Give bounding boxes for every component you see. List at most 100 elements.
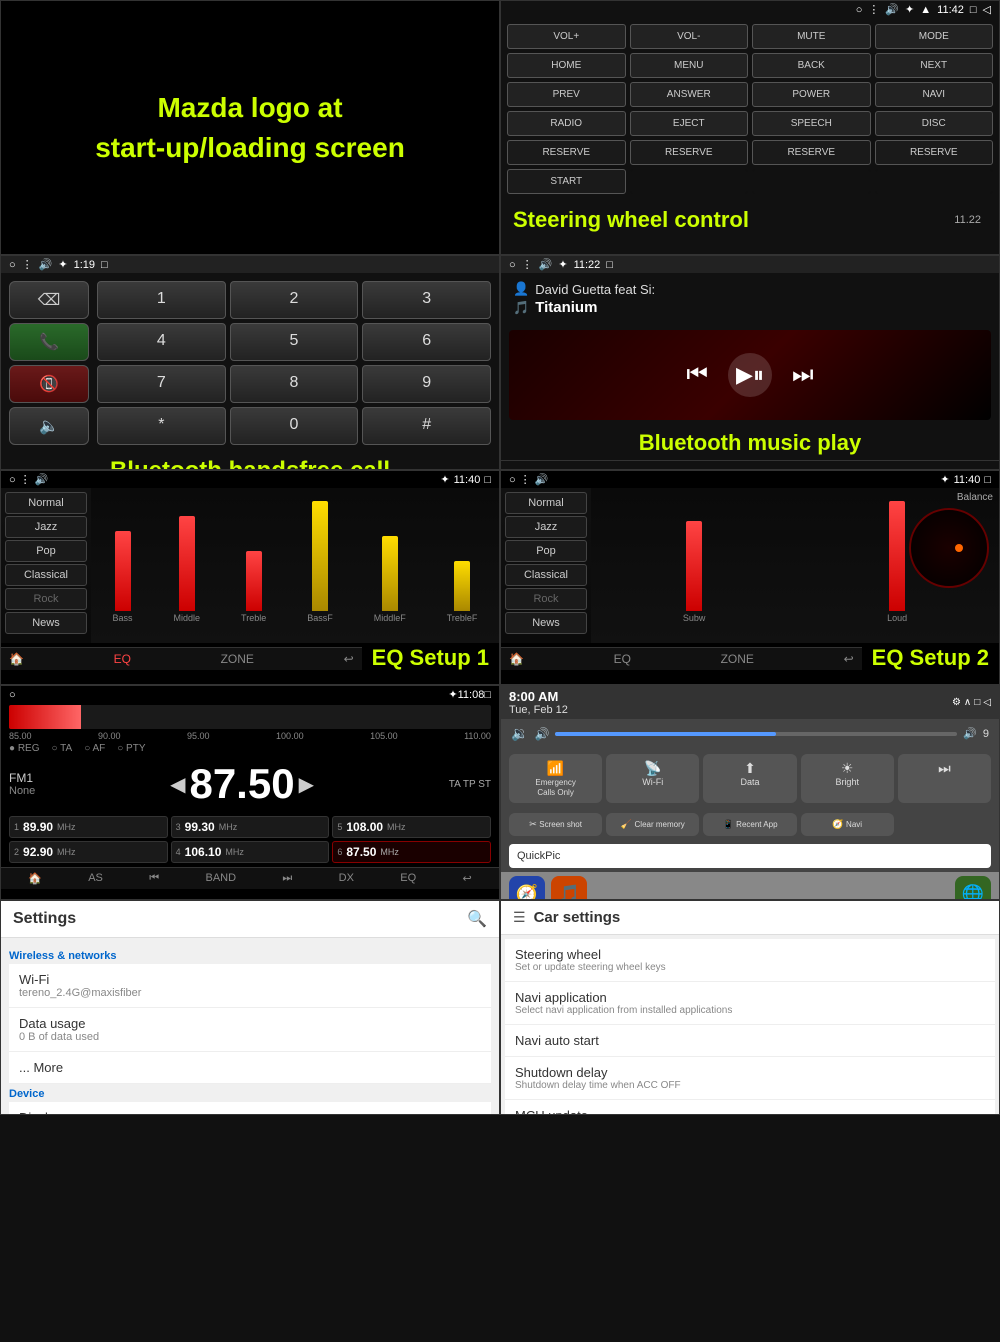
android-setting-display[interactable]: Display xyxy=(9,1102,491,1115)
pd-app-maps[interactable]: 🧭 xyxy=(509,876,545,900)
sw-reserve-3[interactable]: RESERVE xyxy=(752,140,871,165)
eq2-preset-normal[interactable]: Normal xyxy=(505,492,587,514)
numpad-9[interactable]: 9 xyxy=(362,365,491,403)
sw-reserve-1[interactable]: RESERVE xyxy=(507,140,626,165)
sw-navi[interactable]: NAVI xyxy=(875,82,994,107)
sw-prev[interactable]: PREV xyxy=(507,82,626,107)
numpad-5[interactable]: 5 xyxy=(230,323,359,361)
pd-toggle-wifi[interactable]: 📡 Wi-Fi xyxy=(606,754,699,803)
pd-toggle-data[interactable]: ⬆ Data xyxy=(703,754,796,803)
backspace-btn[interactable]: ⌫ xyxy=(9,281,89,319)
sw-start[interactable]: START xyxy=(507,169,626,194)
eq1-preset-pop[interactable]: Pop xyxy=(5,540,87,562)
eq2-preset-classical[interactable]: Classical xyxy=(505,564,587,586)
sw-speech[interactable]: SPEECH xyxy=(752,111,871,136)
car-setting-navi-autostart[interactable]: Navi auto start xyxy=(505,1025,995,1057)
fm-tuner-bar[interactable] xyxy=(9,705,491,729)
sw-vol-plus[interactable]: VOL+ xyxy=(507,24,626,49)
next-track-btn[interactable]: ⏭ xyxy=(792,361,814,389)
pd-app-chrome[interactable]: 🌐 xyxy=(955,876,991,900)
car-setting-navi-app[interactable]: Navi application Select navi application… xyxy=(505,982,995,1025)
pd-volume-bar[interactable] xyxy=(555,732,957,736)
eq1-menu-label[interactable]: EQ xyxy=(114,652,131,666)
eq2-preset-pop[interactable]: Pop xyxy=(505,540,587,562)
sw-radio[interactable]: RADIO xyxy=(507,111,626,136)
sw-mute[interactable]: MUTE xyxy=(752,24,871,49)
eq2-preset-news[interactable]: News xyxy=(505,612,587,634)
numpad-0[interactable]: 0 xyxy=(230,407,359,445)
car-setting-shutdown[interactable]: Shutdown delay Shutdown delay time when … xyxy=(505,1057,995,1100)
android-setting-more[interactable]: ... More xyxy=(9,1052,491,1084)
sw-eject[interactable]: EJECT xyxy=(630,111,749,136)
numpad-1[interactable]: 1 xyxy=(97,281,226,319)
pd-action-screenshot[interactable]: ✂ Screen shot xyxy=(509,813,602,836)
numpad-4[interactable]: 4 xyxy=(97,323,226,361)
fm-tune-up-btn[interactable]: ▶ xyxy=(299,772,314,797)
numpad-3[interactable]: 3 xyxy=(362,281,491,319)
sw-home[interactable]: HOME xyxy=(507,53,626,78)
eq2-menu-label[interactable]: EQ xyxy=(614,652,631,666)
call-accept-btn[interactable]: 📞 xyxy=(9,323,89,361)
eq2-home-icon[interactable]: 🏠 xyxy=(509,652,524,666)
sw-answer[interactable]: ANSWER xyxy=(630,82,749,107)
eq1-back-icon[interactable]: ↩ xyxy=(344,652,354,666)
fm-nav-next[interactable]: ⏭ xyxy=(282,872,292,885)
numpad-star[interactable]: * xyxy=(97,407,226,445)
fm-preset-6[interactable]: 6 87.50 MHz xyxy=(332,841,491,863)
numpad-7[interactable]: 7 xyxy=(97,365,226,403)
sw-reserve-2[interactable]: RESERVE xyxy=(630,140,749,165)
eq1-home-icon[interactable]: 🏠 xyxy=(9,652,24,666)
numpad-hash[interactable]: # xyxy=(362,407,491,445)
fm-preset-4[interactable]: 4 106.10 MHz xyxy=(171,841,330,863)
speaker-btn[interactable]: 🔈 xyxy=(9,407,89,445)
sw-menu[interactable]: MENU xyxy=(630,53,749,78)
eq1-preset-normal[interactable]: Normal xyxy=(5,492,87,514)
fm-nav-prev[interactable]: ⏮ xyxy=(149,872,159,885)
call-end-btn[interactable]: 📵 xyxy=(9,365,89,403)
numpad-8[interactable]: 8 xyxy=(230,365,359,403)
eq2-preset-jazz[interactable]: Jazz xyxy=(505,516,587,538)
fm-nav-dx[interactable]: DX xyxy=(339,872,354,885)
pd-action-navi[interactable]: 🧭 Navi xyxy=(801,813,894,836)
sw-power[interactable]: POWER xyxy=(752,82,871,107)
eq2-back-icon[interactable]: ↩ xyxy=(844,652,854,666)
fm-preset-2[interactable]: 2 92.90 MHz xyxy=(9,841,168,863)
sw-mode[interactable]: MODE xyxy=(875,24,994,49)
pd-toggle-next[interactable]: ⏭ xyxy=(898,754,991,803)
car-settings-menu-icon[interactable]: ☰ xyxy=(513,909,526,926)
eq1-preset-jazz[interactable]: Jazz xyxy=(5,516,87,538)
fm-preset-3[interactable]: 3 99.30 MHz xyxy=(171,816,330,838)
pd-action-clear-memory[interactable]: 🧹 Clear memory xyxy=(606,813,699,836)
sw-reserve-4[interactable]: RESERVE xyxy=(875,140,994,165)
sw-next[interactable]: NEXT xyxy=(875,53,994,78)
fm-nav-band[interactable]: BAND xyxy=(206,872,237,885)
eq2-preset-rock[interactable]: Rock xyxy=(505,588,587,610)
pd-action-recent[interactable]: 📱 Recent App xyxy=(703,813,796,836)
eq1-preset-news[interactable]: News xyxy=(5,612,87,634)
pd-toggle-bright[interactable]: ☀ Bright xyxy=(801,754,894,803)
numpad-2[interactable]: 2 xyxy=(230,281,359,319)
pd-expand-icon[interactable]: ∧ xyxy=(964,697,971,708)
fm-nav-back[interactable]: ↩ xyxy=(463,872,472,885)
play-pause-btn[interactable]: ▶⏸ xyxy=(728,353,772,397)
android-setting-wifi[interactable]: Wi-Fi tereno_2.4G@maxisfiber xyxy=(9,964,491,1008)
pd-toggle-emergency[interactable]: 📶 EmergencyCalls Only xyxy=(509,754,602,803)
fm-nav-as[interactable]: AS xyxy=(88,872,103,885)
android-setting-data-usage[interactable]: Data usage 0 B of data used xyxy=(9,1008,491,1052)
pd-app-media[interactable]: 🎵 xyxy=(551,876,587,900)
fm-nav-eq[interactable]: EQ xyxy=(400,872,416,885)
fm-preset-5[interactable]: 5 108.00 MHz xyxy=(332,816,491,838)
prev-track-btn[interactable]: ⏮ xyxy=(686,361,708,389)
sw-back[interactable]: BACK xyxy=(752,53,871,78)
eq2-balance-dial[interactable] xyxy=(909,508,989,588)
sw-disc[interactable]: DISC xyxy=(875,111,994,136)
eq1-preset-classical[interactable]: Classical xyxy=(5,564,87,586)
pd-back-icon[interactable]: ◁ xyxy=(983,697,991,708)
android-settings-search-icon[interactable]: 🔍 xyxy=(467,909,487,929)
fm-preset-1[interactable]: 1 89.90 MHz xyxy=(9,816,168,838)
eq1-preset-rock[interactable]: Rock xyxy=(5,588,87,610)
pd-settings-icon[interactable]: ⚙ xyxy=(952,697,961,708)
numpad-6[interactable]: 6 xyxy=(362,323,491,361)
fm-tune-down-btn[interactable]: ◀ xyxy=(170,772,185,797)
car-setting-steering[interactable]: Steering wheel Set or update steering wh… xyxy=(505,939,995,982)
